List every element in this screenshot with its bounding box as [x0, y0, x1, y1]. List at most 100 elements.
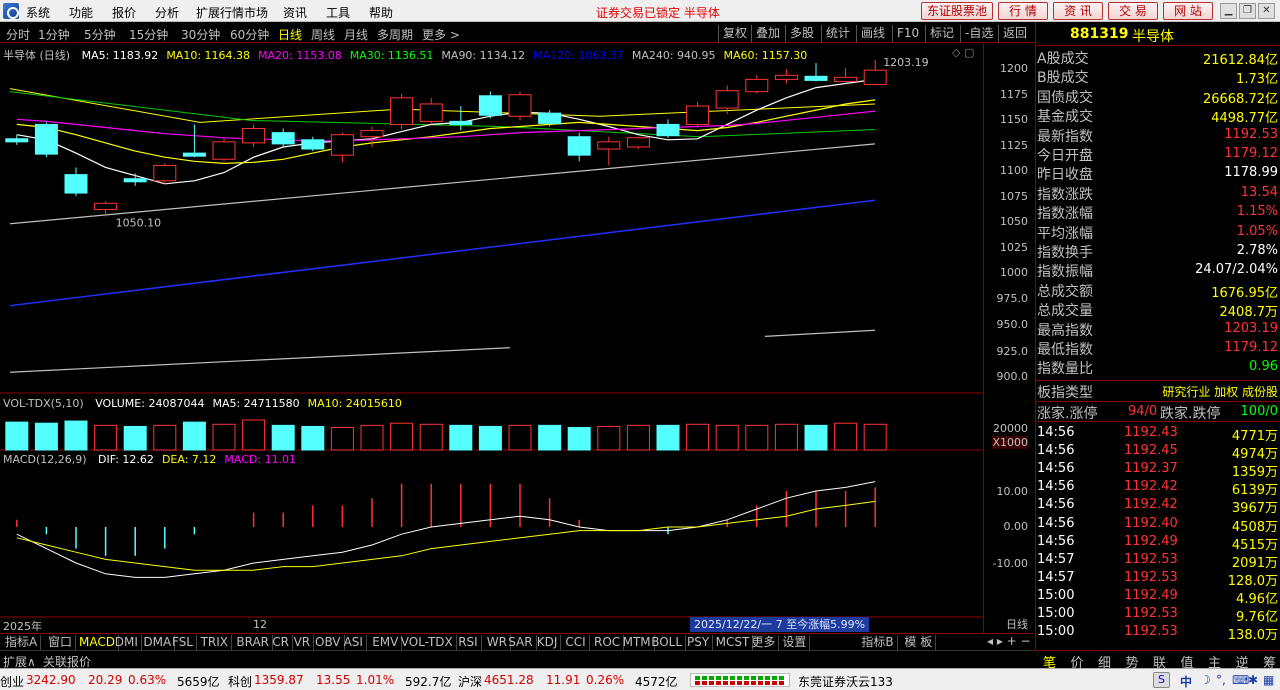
- indicator-tab[interactable]: DMI: [112, 635, 142, 651]
- stat-label: 指数涨幅: [1037, 206, 1093, 223]
- tick-row: 14:56 1192.45 4974万: [1036, 442, 1280, 462]
- menu-extended-market[interactable]: 扩展行情市场: [196, 4, 268, 21]
- candle-body: [567, 136, 591, 156]
- menu-help[interactable]: 帮助: [369, 4, 393, 21]
- period-weekly[interactable]: 周线: [311, 26, 335, 43]
- ime-skin-icon[interactable]: ▦: [1263, 673, 1274, 687]
- menu-function[interactable]: 功能: [69, 4, 93, 21]
- menu-quotes[interactable]: 报价: [112, 4, 136, 21]
- drawing-button[interactable]: 画线: [856, 25, 885, 42]
- menu-news[interactable]: 资讯: [283, 4, 307, 21]
- indicator-tab[interactable]: 模 板: [901, 635, 937, 651]
- stat-value: 13.54: [1240, 184, 1278, 200]
- indicator-tab[interactable]: CR: [269, 635, 293, 651]
- indicator-tab[interactable]: SAR: [505, 635, 537, 651]
- ticker-amount: 5659亿: [177, 675, 220, 689]
- website-button[interactable]: 网 站: [1163, 2, 1213, 20]
- price-axis: 1200 1175 1150 1125 1100 1075 1050 1025 …: [983, 43, 1034, 633]
- period-multi[interactable]: 多周期: [377, 26, 413, 43]
- panel-tabs: 笔价细势联值主逆筹: [1035, 650, 1280, 671]
- restore-icon[interactable]: ❐: [1239, 3, 1256, 19]
- trade-button[interactable]: 交 易: [1108, 2, 1158, 20]
- ticker-value: 4651.28: [484, 673, 534, 687]
- multi-stock-button[interactable]: 多股: [785, 25, 814, 42]
- indicator-tab[interactable]: 指标A: [2, 635, 42, 651]
- news-button[interactable]: 资 讯: [1053, 2, 1103, 20]
- price-tick: 1100: [1000, 164, 1028, 177]
- indicator-tabs: 指标A 窗口 MACD DMI DMA FSL TRIX BRAR CR VR OBV ASI EMV V…: [0, 633, 1034, 651]
- menu-tools[interactable]: 工具: [326, 4, 350, 21]
- period-1min[interactable]: 1分钟: [38, 26, 70, 43]
- f10-button[interactable]: F10: [892, 25, 919, 42]
- tab-scroll-arrows[interactable]: ◂ ▸ + −: [987, 634, 1031, 648]
- stat-row: 指数涨跌 13.54: [1036, 183, 1280, 203]
- indicator-tab[interactable]: BRAR: [233, 635, 274, 651]
- tick-time: 14:56: [1037, 425, 1075, 440]
- indicator-tab[interactable]: VR: [291, 635, 315, 651]
- ime-icon[interactable]: S: [1153, 672, 1170, 688]
- period-monthly[interactable]: 月线: [344, 26, 368, 43]
- period-15min[interactable]: 15分钟: [129, 26, 168, 43]
- candle-body: [449, 120, 473, 125]
- period-intraday[interactable]: 分时: [6, 26, 30, 43]
- indicator-tab[interactable]: FSL: [169, 635, 197, 651]
- ticker-value: 1359.87: [254, 673, 304, 687]
- indicator-tab[interactable]: 窗口: [45, 635, 77, 651]
- stat-label: 总成交量: [1037, 303, 1093, 320]
- indicator-tab[interactable]: TRIX: [198, 635, 233, 651]
- market-button[interactable]: 行 情: [998, 2, 1048, 20]
- statistics-button[interactable]: 统计: [821, 25, 850, 42]
- stat-value: 24.07/2.04%: [1195, 262, 1278, 278]
- ime-punct-icon[interactable]: °,: [1216, 673, 1226, 687]
- stat-value: 1.73亿: [1236, 72, 1278, 88]
- ime-moon-icon[interactable]: ☽: [1200, 673, 1211, 687]
- indicator-tab[interactable]: PSY: [684, 635, 714, 651]
- tick-price: 1192.45: [1124, 443, 1178, 459]
- period-60min[interactable]: 60分钟: [230, 26, 269, 43]
- period-daily[interactable]: 日线: [278, 26, 302, 43]
- stat-label: 总成交额: [1037, 283, 1093, 300]
- indicator-tab[interactable]: 指标B: [858, 635, 898, 651]
- candle-body: [64, 174, 88, 194]
- tick-row: 15:00 1192.53 138.0万: [1036, 623, 1280, 643]
- watchlist-button[interactable]: -自选: [960, 25, 993, 42]
- ime-language[interactable]: 中: [1180, 673, 1192, 690]
- indicator-tab[interactable]: 更多: [748, 635, 780, 651]
- price-tick: 900.0: [996, 370, 1029, 383]
- stat-row: 指数换手 2.78%: [1036, 241, 1280, 261]
- period-more[interactable]: 更多 >: [422, 26, 460, 43]
- candle-body: [656, 123, 680, 137]
- stock-pool-button[interactable]: 东证股票池: [921, 2, 993, 20]
- indicator-tab[interactable]: BOLL: [648, 635, 687, 651]
- ime-keyboard-icon[interactable]: ⌨: [1232, 673, 1249, 687]
- indicator-tab[interactable]: MCST: [713, 635, 754, 651]
- tick-row: 14:57 1192.53 128.0万: [1036, 569, 1280, 589]
- indicator-tab[interactable]: CCI: [562, 635, 590, 651]
- back-button[interactable]: 返回: [998, 25, 1027, 42]
- index-type-row: 板指类型 研究行业 加权 成份股: [1036, 380, 1280, 401]
- close-icon[interactable]: ✕: [1258, 3, 1275, 19]
- ime-settings-icon[interactable]: ✱: [1248, 673, 1258, 687]
- menu-system[interactable]: 系统: [26, 4, 50, 21]
- candle-body: [597, 141, 621, 150]
- overlay-button[interactable]: 叠加: [751, 25, 780, 42]
- indicator-tab[interactable]: RSI: [455, 635, 482, 651]
- mark-button[interactable]: 标记: [925, 25, 954, 42]
- candle-body: [626, 137, 650, 148]
- indicator-tab[interactable]: 设置: [779, 635, 811, 651]
- adv-dec-row: 涨家.涨停 94/0 跌家.跌停 100/0: [1036, 401, 1280, 422]
- index-type-value[interactable]: 研究行业 加权 成份股: [1162, 383, 1278, 400]
- period-30min[interactable]: 30分钟: [181, 26, 220, 43]
- low-price-label: 1050.10: [116, 217, 162, 230]
- kline-chart-area[interactable]: 1203.19 1050.10: [0, 43, 984, 633]
- indicator-tab[interactable]: ASI: [341, 635, 367, 651]
- minimize-icon[interactable]: ▁: [1220, 3, 1237, 19]
- indicator-tab[interactable]: KDJ: [534, 635, 562, 651]
- candle-body: [390, 97, 414, 125]
- tick-price: 1192.53: [1124, 569, 1178, 585]
- menu-analysis[interactable]: 分析: [155, 4, 179, 21]
- period-5min[interactable]: 5分钟: [84, 26, 116, 43]
- indicator-tab[interactable]: VOL-TDX: [398, 635, 457, 651]
- adjust-button[interactable]: 复权: [718, 25, 747, 42]
- volume-tick: 20000: [993, 422, 1028, 435]
